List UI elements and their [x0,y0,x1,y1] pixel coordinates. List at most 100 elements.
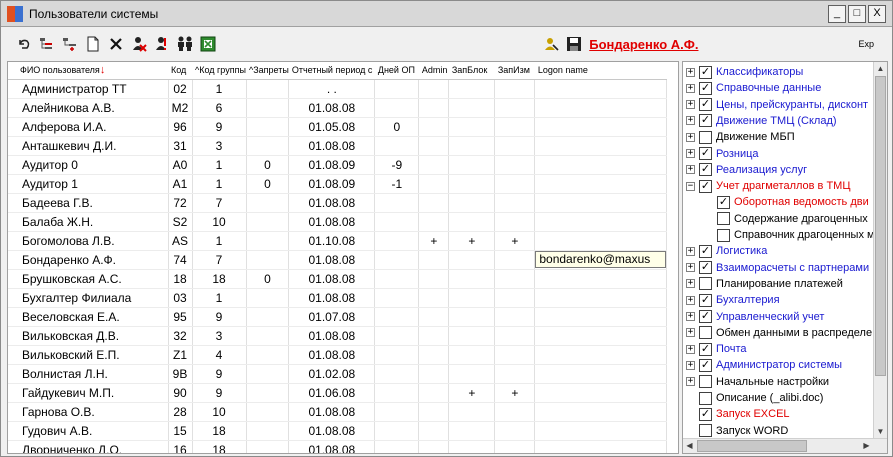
checkbox-unchecked-icon[interactable] [699,391,712,405]
cell-report-period[interactable]: 01.08.08 [288,345,376,365]
cell-op-days[interactable]: -9 [374,155,420,175]
cell-code[interactable]: 90 [168,383,193,403]
cell-logon-name[interactable] [534,269,668,289]
cell-restrictions[interactable] [246,383,290,403]
undo-icon[interactable] [13,33,35,55]
cell-restrictions[interactable] [246,98,290,118]
tree-expand-toggle-icon[interactable]: + [686,279,695,289]
tree-expand-toggle-icon[interactable]: + [686,100,695,110]
cell-group-code[interactable]: 9 [192,364,247,384]
checkbox-checked-icon[interactable]: ✓ [699,163,712,177]
checkbox-checked-icon[interactable]: ✓ [699,261,712,275]
cell-logon-name[interactable] [534,155,668,175]
cell-fio[interactable]: Гайдукевич М.П. [8,383,169,403]
tree-expand-toggle-icon[interactable]: + [686,295,695,305]
tree-expand-toggle-icon[interactable]: + [686,149,695,158]
cell-zapblok[interactable] [448,174,496,194]
cell-zapizm[interactable]: + [494,383,536,403]
cell-zapizm[interactable] [494,402,536,422]
cell-logon-name[interactable] [534,79,668,99]
tree-expand-toggle-icon[interactable]: + [686,132,695,142]
cell-group-code[interactable]: 10 [192,402,247,422]
checkbox-checked-icon[interactable]: ✓ [699,98,712,112]
cell-fio[interactable]: Алейникова А.В. [8,98,169,118]
table-row[interactable]: Веселовская Е.А. 95 9 01.07.08 [8,307,668,327]
cell-zapizm[interactable] [494,421,536,441]
scroll-left-icon[interactable]: ◀ [683,439,696,452]
tree-item[interactable]: ✓ Оборотная ведомость дви [717,194,869,210]
cell-op-days[interactable] [374,212,420,232]
title-bar[interactable]: Пользователи системы _ □ X [1,1,892,27]
tree-item[interactable]: + ✓ Бухгалтерия [686,292,780,308]
cell-report-period[interactable]: 01.08.08 [288,98,376,118]
cell-op-days[interactable] [374,250,420,270]
current-user-link[interactable]: Бондаренко А.Ф. [589,37,698,52]
cell-admin[interactable] [418,136,450,156]
cell-admin[interactable] [418,269,450,289]
tree-collapse-icon[interactable] [36,33,58,55]
cell-zapblok[interactable] [448,269,496,289]
cell-group-code[interactable]: 7 [192,193,247,213]
cell-fio[interactable]: Анташкевич Д.И. [8,136,169,156]
cell-zapizm[interactable] [494,155,536,175]
table-row[interactable]: Богомолова Л.В. AS 1 01.10.08 + + + [8,231,668,251]
cell-group-code[interactable]: 7 [192,250,247,270]
table-row[interactable]: Волнистая Л.Н. 9B 9 01.02.08 [8,364,668,384]
cell-report-period[interactable]: 01.08.08 [288,421,376,441]
checkbox-unchecked-icon[interactable] [699,326,712,340]
cell-fio[interactable]: Аудитор 0 [8,155,169,175]
cell-code[interactable]: 32 [168,326,193,346]
cell-logon-name[interactable] [534,174,668,194]
cell-code[interactable]: 74 [168,250,193,270]
cell-group-code[interactable]: 9 [192,307,247,327]
cell-group-code[interactable]: 10 [192,212,247,232]
checkbox-checked-icon[interactable]: ✓ [699,114,712,128]
cell-code[interactable]: 31 [168,136,193,156]
cell-op-days[interactable] [374,402,420,422]
cell-zapblok[interactable] [448,307,496,327]
table-row[interactable]: Аудитор 0 A0 1 0 01.08.09 -9 [8,155,668,175]
cell-op-days[interactable] [374,383,420,403]
checkbox-checked-icon[interactable]: ✓ [699,358,712,372]
tree-item[interactable]: ✓ Запуск EXCEL [686,406,790,422]
cell-fio[interactable]: Гарнова О.В. [8,402,169,422]
cell-group-code[interactable]: 1 [192,174,247,194]
cell-zapizm[interactable] [494,326,536,346]
col-header-group-code[interactable]: ^Код группы [192,62,246,80]
tree-expand-toggle-icon[interactable]: + [686,312,695,321]
cell-admin[interactable] [418,98,450,118]
tree-expand-toggle-icon[interactable]: + [686,67,695,77]
cell-restrictions[interactable] [246,364,290,384]
cell-admin[interactable] [418,440,450,453]
cell-report-period[interactable]: 01.08.08 [288,193,376,213]
cell-op-days[interactable] [374,326,420,346]
table-row[interactable]: Вильковская Д.В. 32 3 01.08.08 [8,326,668,346]
table-row[interactable]: Балаба Ж.Н. S2 10 01.08.08 [8,212,668,232]
logon-name-editor[interactable]: bondarenko@maxus [535,251,666,268]
cell-code[interactable]: M2 [168,98,193,118]
close-button[interactable]: X [868,4,886,23]
table-row[interactable]: Гайдукевич М.П. 90 9 01.06.08 + + [8,383,668,403]
tree-item[interactable]: + Движение МБП [686,129,795,145]
cell-restrictions[interactable] [246,345,290,365]
col-header-restrictions[interactable]: ^Запреты [246,62,289,80]
cell-zapizm[interactable] [494,79,536,99]
cell-code[interactable]: 72 [168,193,193,213]
tree-item[interactable]: + ✓ Реализация услуг [686,162,807,178]
cell-op-days[interactable]: 0 [374,117,420,137]
user-key-icon[interactable] [540,33,562,55]
cell-code[interactable]: 28 [168,402,193,422]
tree-item[interactable]: + ✓ Справочные данные [686,80,821,96]
cell-restrictions[interactable] [246,79,290,99]
cell-op-days[interactable] [374,79,420,99]
cell-admin[interactable] [418,345,450,365]
cell-fio[interactable]: Бондаренко А.Ф. [8,250,169,270]
table-row[interactable]: Администратор ТТ 02 1 . . [8,79,668,99]
cell-admin[interactable] [418,174,450,194]
cell-restrictions[interactable] [246,402,290,422]
cell-zapblok[interactable] [448,136,496,156]
tree-item[interactable]: + ✓ Управленческий учет [686,309,824,325]
cell-report-period[interactable]: 01.02.08 [288,364,376,384]
table-row[interactable]: Бондаренко А.Ф. 74 7 01.08.08 bondarenko@max… [8,250,668,270]
checkbox-checked-icon[interactable]: ✓ [699,147,712,160]
